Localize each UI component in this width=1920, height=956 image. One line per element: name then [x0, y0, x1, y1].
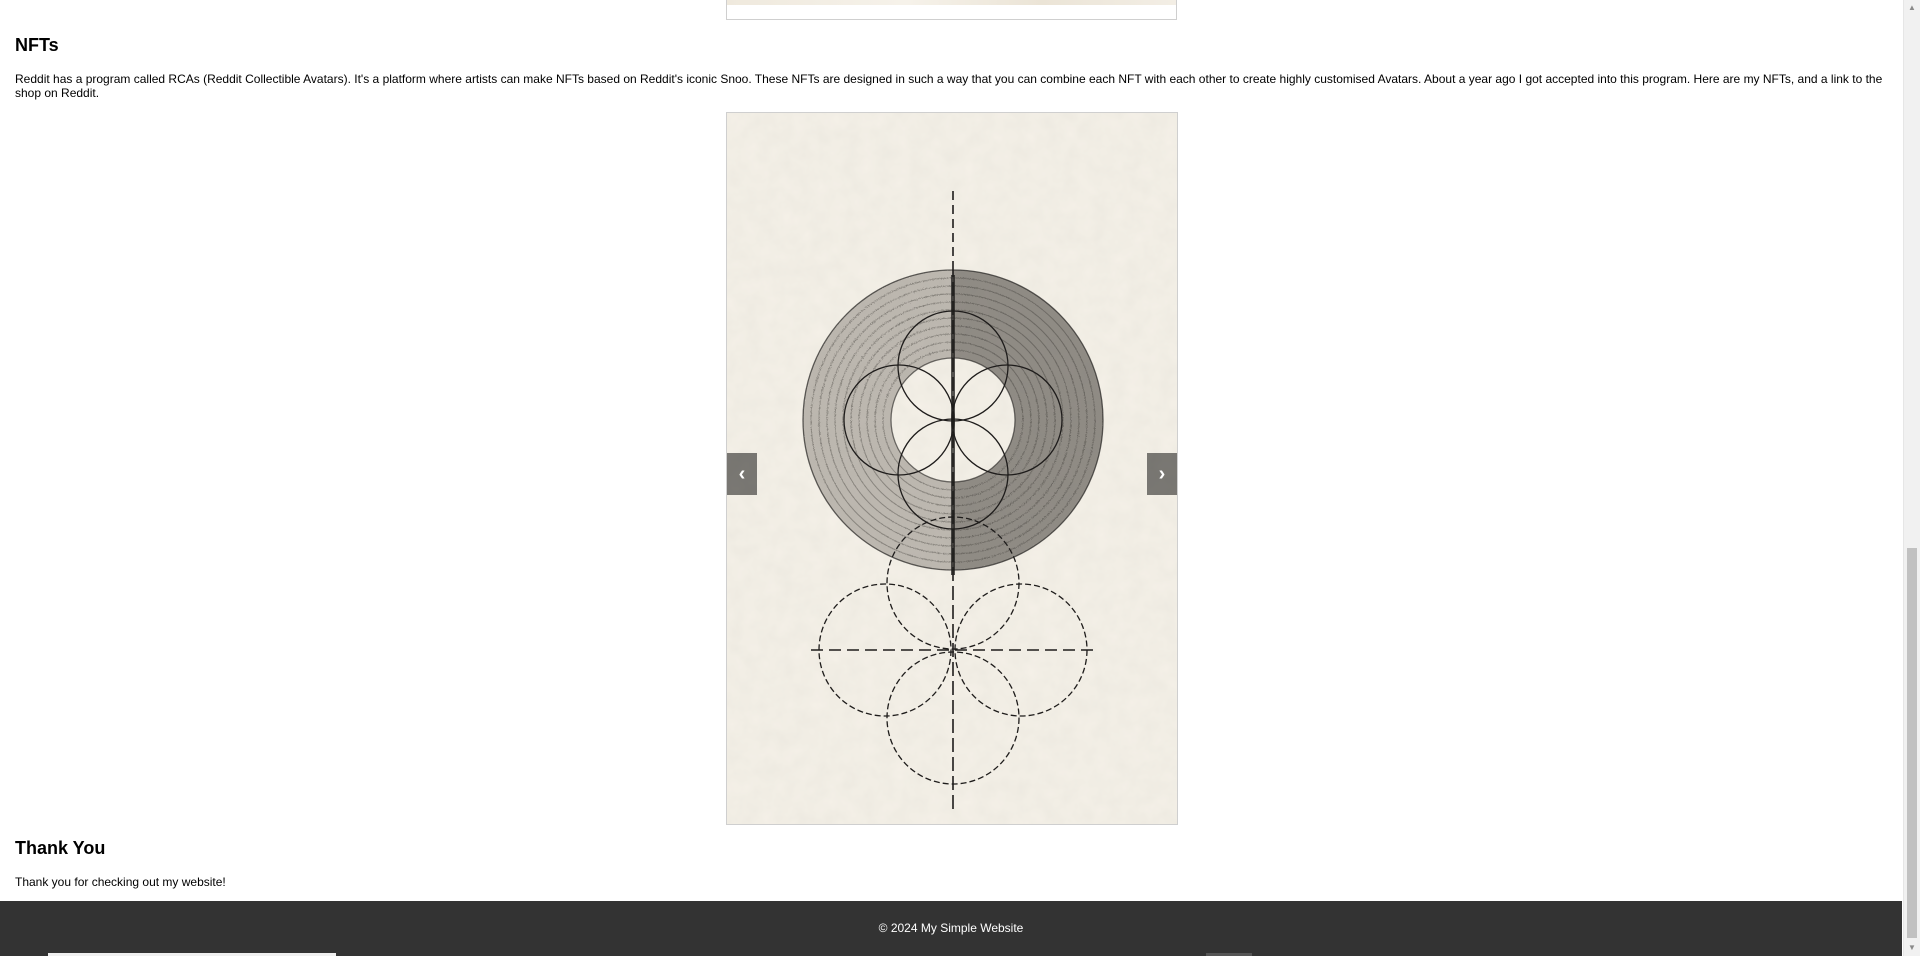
vertical-scrollbar[interactable]: ▲ ▼ [1903, 0, 1920, 956]
scroll-down-arrow-icon[interactable]: ▼ [1904, 940, 1920, 956]
carousel-next-button[interactable]: › [1147, 453, 1177, 495]
previous-image-strip [727, 0, 1176, 5]
nft-carousel: ‹ › [726, 112, 1178, 825]
scroll-thumb[interactable] [1907, 548, 1917, 938]
carousel-prev-button[interactable]: ‹ [727, 453, 757, 495]
thank-you-text: Thank you for checking out my website! [15, 875, 226, 889]
scroll-up-arrow-icon[interactable]: ▲ [1904, 0, 1920, 16]
site-footer: © 2024 My Simple Website [0, 901, 1902, 956]
thank-you-heading: Thank You [15, 838, 106, 858]
nfts-heading: NFTs [15, 35, 59, 55]
nfts-description: Reddit has a program called RCAs (Reddit… [15, 72, 1883, 100]
previous-carousel-image-frame [726, 0, 1177, 20]
center-stroke [951, 275, 955, 575]
footer-copyright: © 2024 My Simple Website [878, 921, 1024, 935]
page: NFTs Reddit has a program called RCAs (R… [0, 0, 1902, 956]
nft-slide-image [727, 113, 1177, 824]
